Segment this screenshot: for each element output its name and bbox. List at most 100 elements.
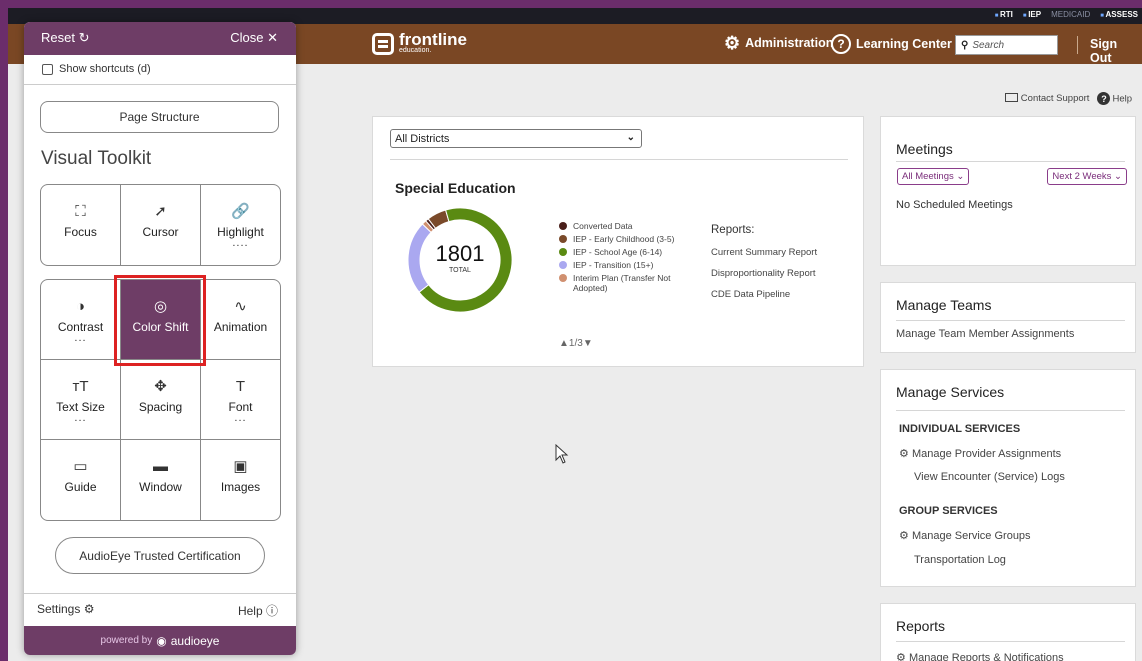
manage-services-title: Manage Services — [896, 384, 1005, 400]
legend-label: IEP - Early Childhood (3-5) — [573, 234, 675, 244]
tool-label: Color Shift — [132, 320, 189, 334]
more-options-icon: ... — [74, 412, 87, 424]
tool-link-button[interactable]: 🔗 Highlight.... — [201, 185, 280, 265]
legend-item[interactable]: Interim Plan (Transfer Not Adopted) — [559, 273, 687, 293]
guide-icon: ▭ — [73, 458, 88, 475]
donut-slice-4[interactable] — [407, 223, 432, 293]
meetings-range-select[interactable]: Next 2 Weeks ⌄ — [1047, 168, 1127, 185]
administration-label: Administration — [745, 36, 834, 50]
search-input[interactable]: ⚲ Search — [955, 35, 1058, 55]
settings-label: Settings — [37, 602, 81, 616]
tool-label: Spacing — [138, 400, 183, 414]
legend-item[interactable]: IEP - Early Childhood (3-5) — [559, 234, 687, 244]
tool-focus-button[interactable]: ⛶ Focus — [41, 185, 121, 265]
cde-data-pipeline-link[interactable]: CDE Data Pipeline — [711, 289, 790, 300]
tool-images-button[interactable]: ▣ Images — [201, 440, 280, 520]
contact-support-label: Contact Support — [1020, 93, 1090, 104]
envelope-icon — [1004, 93, 1018, 102]
help-bar: Contact Support ? Help — [1004, 92, 1132, 105]
chevron-down-icon: ⌄ — [626, 132, 635, 143]
divider — [24, 593, 296, 594]
images-icon: ▣ — [233, 458, 248, 475]
disproportionality-report-link[interactable]: Disproportionality Report — [711, 268, 816, 279]
text-size-icon: ᴛT — [72, 378, 89, 395]
legend-label: IEP - Transition (15+) — [573, 260, 654, 270]
divider — [896, 410, 1125, 411]
legend-item[interactable]: IEP - School Age (6-14) — [559, 247, 687, 257]
reports-card-title: Reports — [896, 618, 946, 634]
font-icon: T — [235, 378, 246, 395]
contact-support-link[interactable]: Contact Support — [1004, 93, 1090, 104]
tool-spacing-button[interactable]: ✥ Spacing — [121, 360, 201, 440]
meetings-card: Meetings All Meetings ⌄ Next 2 Weeks ⌄ N… — [880, 116, 1136, 266]
manage-service-groups-link[interactable]: ⚙ Manage Service Groups — [899, 529, 1031, 542]
badge-rti[interactable]: RTI — [995, 10, 1013, 19]
tool-cursor-button[interactable]: ➚ Cursor — [121, 185, 201, 265]
legend-label: IEP - School Age (6-14) — [573, 247, 663, 257]
pager-up-icon[interactable]: ▲ — [559, 338, 569, 349]
legend-item[interactable]: IEP - Transition (15+) — [559, 260, 687, 270]
legend-pager[interactable]: ▲1/3▼ — [559, 338, 593, 349]
tool-label: Guide — [64, 480, 97, 494]
cursor-icon: ➚ — [154, 203, 167, 220]
no-meetings-message: No Scheduled Meetings — [896, 199, 1013, 211]
checkbox-icon — [42, 63, 53, 75]
meetings-filter-value: All Meetings — [902, 171, 954, 182]
chart-legend: Converted Data IEP - Early Childhood (3-5… — [559, 221, 687, 296]
frontline-logo[interactable]: frontline education. — [372, 31, 467, 55]
help-link[interactable]: ? Help — [1097, 92, 1132, 105]
reports-card: Reports ⚙ Manage Reports & Notifications — [880, 603, 1136, 661]
legend-swatch — [559, 235, 567, 243]
tool-window-button[interactable]: ▬ Window — [121, 440, 201, 520]
transportation-log-link[interactable]: Transportation Log — [914, 554, 1006, 566]
manage-team-assignments-link[interactable]: Manage Team Member Assignments — [896, 328, 1074, 340]
administration-link[interactable]: ⚙ Administration — [724, 33, 834, 53]
legend-label: Converted Data — [573, 221, 633, 231]
district-select[interactable]: All Districts ⌄ — [390, 129, 642, 148]
manage-reports-label: Manage Reports & Notifications — [908, 652, 1064, 661]
badge-medicaid[interactable]: MEDICAID — [1051, 10, 1090, 19]
meetings-filter-select[interactable]: All Meetings ⌄ — [897, 168, 970, 185]
toolkit-header: Reset ↻ Close ✕ — [24, 22, 296, 55]
gear-icon: ⚙ — [899, 530, 909, 542]
reset-label: Reset — [41, 30, 75, 45]
divider — [896, 320, 1125, 321]
badge-assess[interactable]: ASSESS — [1100, 10, 1138, 19]
legend-item[interactable]: Converted Data — [559, 221, 687, 231]
manage-provider-assignments-label: Manage Provider Assignments — [911, 448, 1062, 460]
page-structure-button[interactable]: Page Structure — [40, 101, 279, 133]
sign-out-link[interactable]: Sign Out — [1090, 37, 1142, 65]
reset-button[interactable]: Reset ↻ — [41, 30, 90, 46]
current-summary-report-link[interactable]: Current Summary Report — [711, 247, 817, 258]
learning-center-link[interactable]: ? Learning Center — [831, 34, 952, 54]
learning-center-label: Learning Center — [856, 37, 952, 51]
focus-icon: ⛶ — [75, 203, 86, 220]
link-icon: 🔗 — [231, 203, 250, 220]
manage-provider-assignments-link[interactable]: ⚙ Manage Provider Assignments — [899, 447, 1061, 460]
gear-icon: ⚙ — [724, 33, 741, 53]
toolkit-help-button[interactable]: Help ⓘ — [238, 602, 278, 619]
show-shortcuts-checkbox[interactable]: Show shortcuts (d) — [42, 63, 151, 75]
tool-color-shift-button[interactable]: ◎ Color Shift — [121, 280, 201, 360]
individual-services-heading: INDIVIDUAL SERVICES — [899, 423, 1021, 435]
manage-reports-link[interactable]: ⚙ Manage Reports & Notifications — [896, 651, 1064, 661]
settings-button[interactable]: Settings ⚙ — [37, 602, 94, 616]
manage-services-card: Manage Services INDIVIDUAL SERVICES ⚙ Ma… — [880, 369, 1136, 587]
animation-icon: ∿ — [234, 298, 247, 315]
tool-label: Focus — [64, 225, 97, 239]
close-button[interactable]: Close ✕ — [230, 30, 278, 46]
tool-text-size-button[interactable]: ᴛT Text Size... — [41, 360, 121, 440]
tool-guide-button[interactable]: ▭ Guide — [41, 440, 121, 520]
view-encounter-logs-link[interactable]: View Encounter (Service) Logs — [914, 471, 1065, 483]
trusted-certification-button[interactable]: AudioEye Trusted Certification — [55, 537, 265, 574]
badge-iep[interactable]: IEP — [1023, 10, 1041, 19]
nav-divider — [1077, 36, 1078, 54]
pager-down-icon[interactable]: ▼ — [583, 338, 593, 349]
tool-font-button[interactable]: T Font... — [201, 360, 280, 440]
tool-animation-button[interactable]: ∿ Animation — [201, 280, 280, 360]
tool-contrast-button[interactable]: ◑ Contrast... — [41, 280, 121, 360]
powered-by-audioeye[interactable]: powered by ◉ audioeye — [24, 626, 296, 655]
divider — [390, 159, 848, 160]
tool-label: Images — [220, 480, 261, 494]
divider — [896, 641, 1125, 642]
